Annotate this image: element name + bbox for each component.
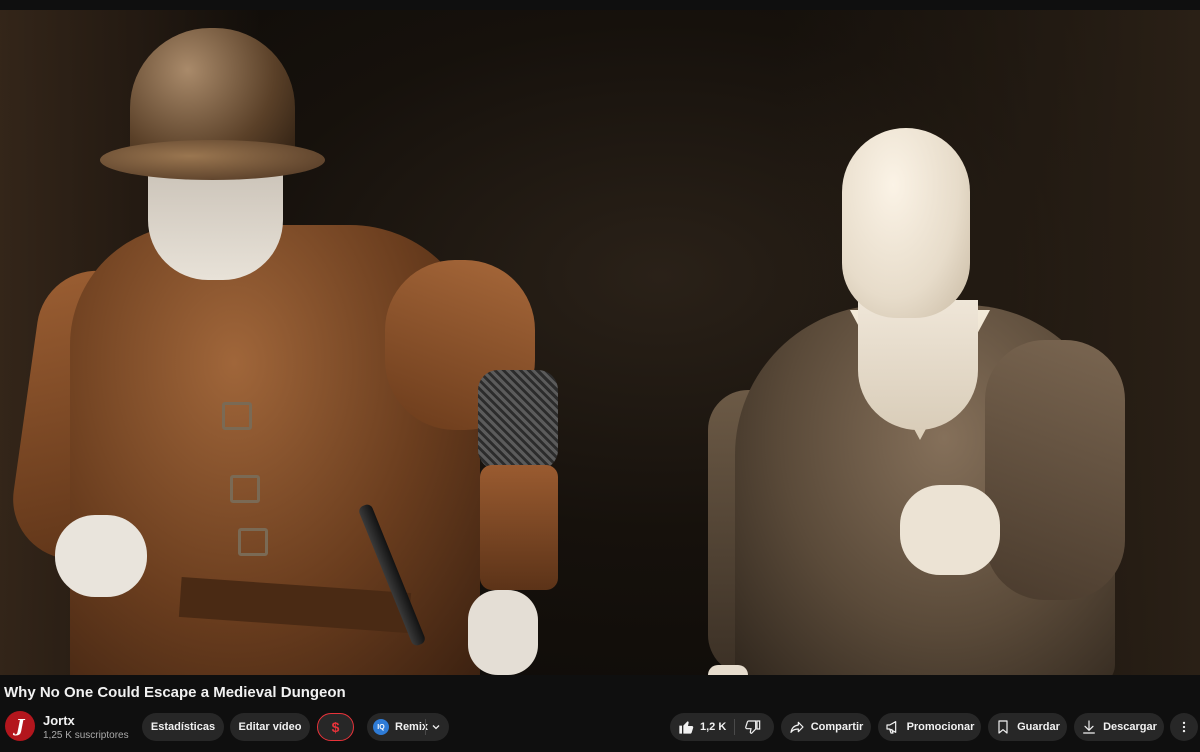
dollar-icon: $ (331, 719, 340, 735)
like-button[interactable]: 1,2 K (670, 713, 774, 741)
remix-label: Remix (395, 721, 429, 733)
download-button[interactable]: Descargar (1074, 713, 1164, 741)
save-label: Guardar (1017, 721, 1060, 733)
video-title: Why No One Could Escape a Medieval Dunge… (4, 684, 346, 701)
soldier-buckle (238, 528, 268, 556)
soldier-hand (55, 515, 147, 597)
prisoner-hand (708, 665, 748, 675)
edit-video-button[interactable]: Editar vídeo (230, 713, 310, 741)
channel-avatar[interactable]: J (5, 711, 35, 741)
soldier-helmet-brim (100, 140, 325, 180)
prisoner-neck (858, 300, 978, 430)
more-vertical-icon (1182, 721, 1186, 733)
remix-divider (425, 719, 426, 735)
edit-label: Editar vídeo (238, 721, 302, 733)
megaphone-icon (885, 721, 896, 734)
stats-button[interactable]: Estadísticas (142, 713, 224, 741)
soldier-cuff (480, 465, 558, 590)
like-icon (679, 721, 694, 734)
bookmark-icon (998, 720, 1008, 734)
soldier-chainmail (478, 370, 558, 470)
video-frame-top (0, 0, 1200, 10)
like-divider (734, 719, 735, 735)
prisoner-hand (900, 485, 1000, 575)
prisoner-mannequin-head (842, 128, 970, 318)
monetization-button[interactable]: $ (317, 713, 354, 741)
remix-badge-icon: IQ (373, 719, 389, 735)
prisoner-sleeve-right (985, 340, 1125, 600)
dislike-icon[interactable] (745, 719, 761, 735)
soldier-buckle (222, 402, 252, 430)
download-label: Descargar (1103, 721, 1157, 733)
channel-name[interactable]: Jortx (43, 713, 75, 728)
share-button[interactable]: Compartir (781, 713, 871, 741)
video-player[interactable] (0, 10, 1200, 675)
promote-label: Promocionar (906, 721, 975, 733)
share-label: Compartir (810, 721, 864, 733)
stats-label: Estadísticas (150, 721, 216, 733)
share-icon (790, 721, 804, 733)
promote-button[interactable]: Promocionar (878, 713, 981, 741)
download-icon (1083, 720, 1096, 734)
soldier-buckle (230, 475, 260, 503)
soldier-hand (468, 590, 538, 675)
subscriber-count: 1,25 K suscriptores (43, 730, 129, 741)
more-actions-button[interactable] (1170, 713, 1198, 741)
remix-button[interactable]: IQ Remix (367, 713, 449, 741)
like-count: 1,2 K (700, 721, 727, 733)
chevron-down-icon[interactable] (431, 722, 441, 732)
save-button[interactable]: Guardar (988, 713, 1067, 741)
avatar-letter: J (15, 715, 25, 737)
